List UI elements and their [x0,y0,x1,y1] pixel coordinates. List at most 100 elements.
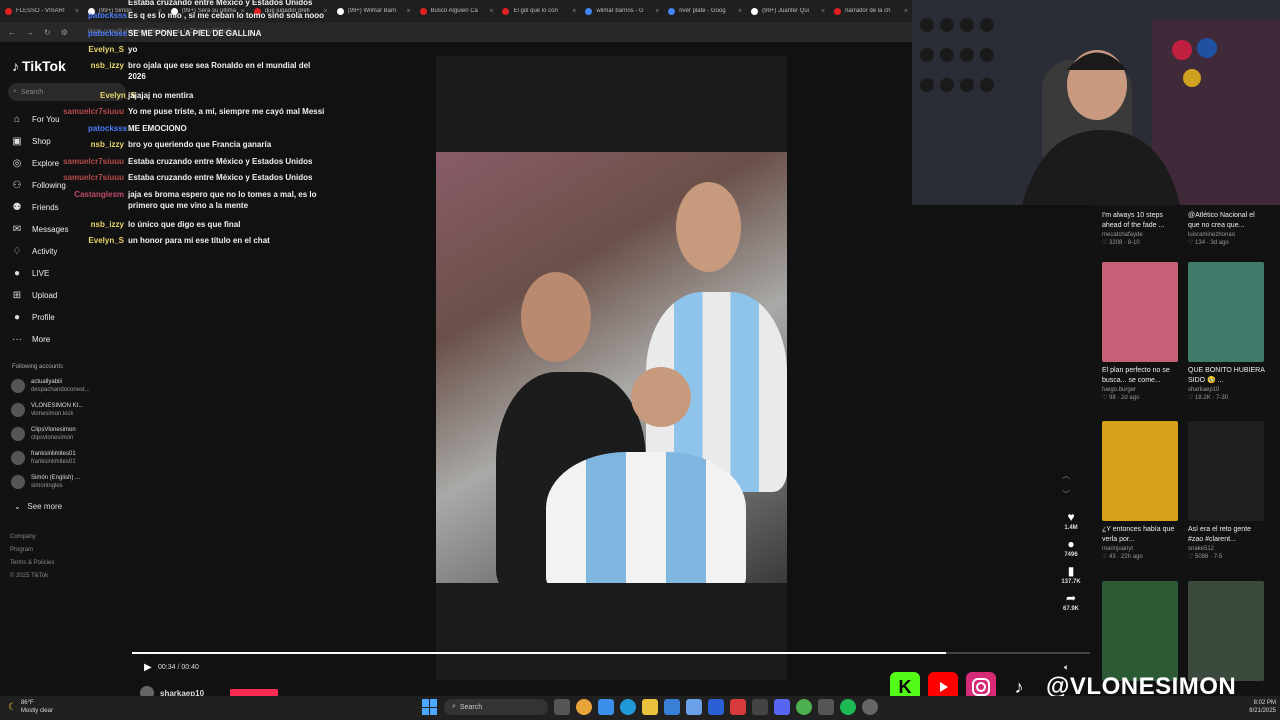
video-thumbnail[interactable] [1188,262,1264,362]
nav-item-profile[interactable]: ● Profile [10,310,55,324]
scroll-navigation[interactable]: ︿ ﹀ [1062,470,1070,500]
video-card[interactable]: I'm always 10 steps ahead of the fade ..… [1102,207,1180,247]
close-icon[interactable]: × [821,8,825,15]
shop-icon: ▣ [12,135,22,147]
following-account[interactable]: actuallyabiii despachandoconest... [11,378,90,394]
close-icon[interactable]: × [75,8,79,15]
back-icon[interactable]: ← [8,28,16,37]
app-dark-icon[interactable] [752,699,768,715]
nav-item-messages[interactable]: ✉ Messages [10,222,69,236]
browser-tab[interactable]: wilmar barrios - G × [581,2,663,20]
close-icon[interactable]: × [572,8,576,15]
taskbar-clock[interactable]: 8:02 PM 8/21/2025 [1236,699,1276,715]
task-view-icon[interactable] [554,699,570,715]
app-icon[interactable] [708,699,724,715]
footer-link[interactable]: Terms & Policies [10,560,54,566]
windows-start-icon[interactable] [422,699,438,715]
video-card[interactable] [1102,581,1180,681]
browser-tab[interactable]: FLESSO - VISARI × [1,2,83,20]
chat-text: Es q es lo mio , si me ceban lo tomo sin… [128,11,325,20]
see-more-button[interactable]: ⌄ See more [14,502,62,511]
tab-label: wilmar barrios - G [596,8,644,14]
taskbar-search-input[interactable]: ⌕ Search [444,699,548,715]
following-account[interactable]: Simón (English) ... simoningles [11,474,80,490]
video-thumbnail[interactable] [1188,421,1264,521]
discord-icon[interactable] [774,699,790,715]
settings-icon[interactable] [862,699,878,715]
save-button[interactable]: ▮ 137.7K [1061,564,1080,585]
share-icon: ➦ [1065,591,1077,605]
like-button[interactable]: ♥ 1.4M [1064,510,1077,531]
mail-icon[interactable] [664,699,680,715]
browser-tab[interactable]: river plate - Goog × [664,2,746,20]
following-account[interactable]: ClipsVlonesimon clipsvlonesimon [11,426,76,442]
video-stats: ♡ 98 · 2d ago [1102,395,1140,401]
app-red-icon[interactable] [730,699,746,715]
video-card[interactable] [1188,581,1266,681]
chrome-icon[interactable] [796,699,812,715]
chat-text: ME EMOCIONO [128,124,187,133]
nav-item-shop[interactable]: ▣ Shop [10,134,50,148]
chrome-icon[interactable] [576,699,592,715]
spotify-icon[interactable] [840,699,856,715]
following-account[interactable]: franksinlimites01 franksinlimites01 [11,450,76,466]
video-thumbnail[interactable] [1188,581,1264,681]
footer-link[interactable]: Company [10,534,36,540]
account-text: VLONESIMON KI... vlonesimon.kick [31,402,83,418]
browser-tab[interactable]: Busco Alguien Ca × [416,2,498,20]
video-thumbnail[interactable] [1102,581,1178,681]
following-account[interactable]: VLONESIMON KI... vlonesimon.kick [11,402,83,418]
video-player[interactable] [436,152,787,583]
nav-item-upload[interactable]: ⊞ Upload [10,288,58,302]
browser-tab[interactable]: narrador de la ch × [830,2,912,20]
video-caption: Así era el reto gente #zao #clarent... [1188,526,1252,543]
edge-icon[interactable] [620,699,636,715]
browser-tab[interactable]: (99+) Juanfer Qui × [747,2,829,20]
video-card[interactable]: El plan perfecto no se busca... se come.… [1102,262,1180,402]
close-icon[interactable]: × [406,8,410,15]
chevron-up-icon[interactable]: ︿ [1062,470,1070,481]
account-handle: vlonesimon.kick [31,411,74,417]
store-icon[interactable] [686,699,702,715]
chat-username: patocksss [88,11,128,20]
avatar [11,427,25,441]
browser-tab[interactable]: El gol que lo con × [498,2,580,20]
nav-item-live[interactable]: ● LIVE [10,266,49,280]
browser-tab[interactable]: (99+) Wilmar Barri × [333,2,415,20]
account-text: actuallyabiii despachandoconest... [31,378,90,394]
footer-link[interactable]: Program [10,547,33,553]
video-card[interactable]: QUE BONITO HUBIERA SIDO 🥹 ... sharkaep10 ♡… [1188,262,1266,402]
share-button[interactable]: ➦ 67.9K [1063,591,1079,612]
nav-item-explore[interactable]: ◎ Explore [10,156,60,170]
play-icon[interactable]: ▶ [144,662,152,673]
chat-text: bro yo queriendo que Francia ganaría [128,140,272,149]
nav-item-more[interactable]: ··· More [10,332,50,346]
video-card[interactable]: ¿Y entonces había que verla por... marinj… [1102,421,1180,561]
chat-username: patocksss [88,124,128,133]
nav-item-friends[interactable]: ⚉ Friends [10,200,59,214]
nav-item-activity[interactable]: ♢ Activity [10,244,58,258]
steam-icon[interactable] [818,699,834,715]
close-icon[interactable]: × [489,8,493,15]
file-explorer-icon[interactable] [642,699,658,715]
chat-text: Estaba cruzando entre México y Estados U… [128,157,313,166]
reload-icon[interactable]: ↻ [44,28,51,37]
tune-icon[interactable]: ⚙ [61,28,68,37]
tab-label: river plate - Goog [679,8,726,14]
chevron-down-icon[interactable]: ﹀ [1062,489,1070,500]
weather-widget[interactable]: ☾ 86°F Mostly clear [8,699,53,715]
forward-icon[interactable]: → [26,28,34,37]
close-icon[interactable]: × [904,8,908,15]
video-card[interactable]: Así era el reto gente #zao #clarent... sn… [1188,421,1266,561]
comment-button[interactable]: ● 7496 [1064,537,1077,558]
video-progress-bar[interactable] [132,652,1090,654]
close-icon[interactable]: × [655,8,659,15]
close-icon[interactable]: × [738,8,742,15]
video-card[interactable]: @Atlético Nacional el que no crea que...… [1188,207,1266,247]
photos-icon[interactable] [598,699,614,715]
nav-item-following[interactable]: ⚇ Following [10,178,66,192]
video-thumbnail[interactable] [1102,262,1178,362]
video-thumbnail[interactable] [1102,421,1178,521]
nav-item-for-you[interactable]: ⌂ For You [10,112,60,126]
tiktok-logo[interactable]: ♪ TikTok [12,58,66,74]
